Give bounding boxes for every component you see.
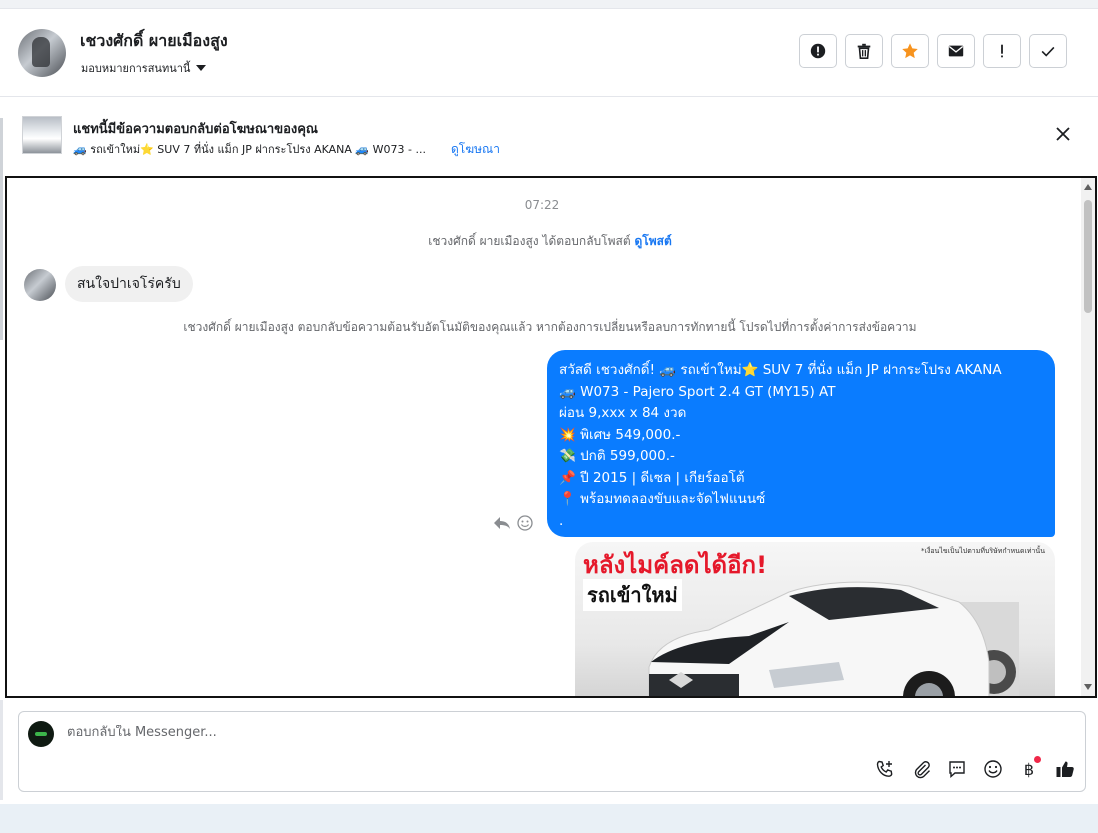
view-post-link[interactable]: ดูโพสต์ bbox=[634, 234, 671, 248]
message-actions bbox=[493, 515, 533, 531]
image-note: *เงื่อนไขเป็นไปตามที่บริษัทกำหนดเท่านั้น bbox=[921, 547, 1045, 555]
ad-banner-subtitle: 🚙 รถเข้าใหม่⭐ SUV 7 ที่นั่ง แม็ก JP ฝากร… bbox=[73, 143, 426, 156]
caret-down-icon bbox=[196, 65, 207, 71]
assign-label: มอบหมายการสนทนานี้ bbox=[81, 62, 191, 75]
reply-input[interactable] bbox=[67, 725, 767, 740]
bottom-strip bbox=[0, 804, 1098, 833]
emoji-icon bbox=[984, 760, 1002, 778]
mark-spam-button[interactable] bbox=[799, 34, 837, 68]
scroll-thumb[interactable] bbox=[1084, 200, 1092, 313]
outgoing-line: . bbox=[559, 512, 564, 529]
exclamation-icon bbox=[1001, 44, 1003, 58]
attachment-icon bbox=[914, 761, 930, 779]
react-emoji-icon[interactable] bbox=[517, 515, 533, 531]
mark-unread-button[interactable] bbox=[937, 34, 975, 68]
outgoing-line: 🚙 W073 - Pajero Sport 2.4 GT (MY15) AT bbox=[559, 383, 836, 400]
action-toolbar bbox=[799, 34, 1067, 68]
notification-dot bbox=[1034, 756, 1041, 763]
envelope-icon bbox=[948, 45, 964, 57]
check-icon bbox=[1041, 46, 1055, 57]
ad-banner-title: แชทนี้มีข้อความตอบกลับต่อโฆษณาของคุณ bbox=[73, 122, 318, 137]
message-thread[interactable]: 07:22 เชวงศักดิ์ ผายเมืองสูง ได้ตอบกลับโ… bbox=[5, 176, 1097, 698]
composer-tools: ฿ bbox=[874, 756, 1076, 780]
message-composer: ฿ bbox=[18, 711, 1086, 792]
sender-avatar[interactable] bbox=[24, 269, 56, 301]
saved-reply-icon bbox=[949, 761, 965, 779]
scroll-down-icon[interactable] bbox=[1084, 684, 1092, 690]
outgoing-line: ผ่อน 9,xxx x 84 งวด bbox=[559, 405, 687, 421]
auto-reply-notice: เชวงศักดิ์ ผายเมืองสูง ตอบกลับข้อความต้อ… bbox=[183, 320, 917, 334]
follow-up-button[interactable] bbox=[983, 34, 1021, 68]
ad-image-attachment[interactable]: หลังไมค์ลดได้อีก! รถเข้าใหม่ *เงื่อนไขเป… bbox=[575, 542, 1055, 696]
outgoing-message[interactable]: สวัสดี เชวงศักดิ์! 🚙 รถเข้าใหม่⭐ SUV 7 ท… bbox=[547, 350, 1055, 537]
contact-name[interactable]: เชวงศักดิ์ ผายเมืองสูง bbox=[80, 29, 228, 54]
outgoing-line: 💥 พิเศษ 549,000.- bbox=[559, 426, 681, 443]
left-edge-lower bbox=[0, 700, 3, 800]
conversation-header: เชวงศักดิ์ ผายเมืองสูง มอบหมายการสนทนานี… bbox=[0, 9, 1098, 97]
saved-reply-button[interactable] bbox=[946, 758, 968, 780]
emoji-button[interactable] bbox=[982, 758, 1004, 780]
assign-dropdown[interactable]: มอบหมายการสนทนานี้ bbox=[81, 59, 207, 77]
call-button[interactable] bbox=[874, 758, 896, 780]
reply-icon[interactable] bbox=[493, 515, 511, 531]
like-button[interactable] bbox=[1054, 758, 1076, 780]
avatar[interactable] bbox=[18, 29, 66, 77]
image-subhead: รถเข้าใหม่ bbox=[583, 579, 682, 611]
attach-button[interactable] bbox=[910, 758, 932, 780]
thumbs-up-icon bbox=[1056, 761, 1074, 777]
scroll-up-icon[interactable] bbox=[1084, 184, 1092, 190]
trash-icon bbox=[857, 43, 871, 60]
star-icon bbox=[902, 43, 918, 59]
outgoing-line: สวัสดี เชวงศักดิ์! 🚙 รถเข้าใหม่⭐ SUV 7 ท… bbox=[559, 362, 1002, 378]
outgoing-line: 📌 ปี 2015 | ดีเซล | เกียร์ออโต้ bbox=[559, 469, 745, 486]
phone-add-icon bbox=[876, 760, 893, 777]
view-ad-link[interactable]: ดูโฆษณา bbox=[451, 140, 500, 159]
delete-button[interactable] bbox=[845, 34, 883, 68]
top-border bbox=[0, 0, 1098, 9]
payment-button[interactable]: ฿ bbox=[1018, 756, 1041, 780]
thread-scrollbar[interactable] bbox=[1081, 178, 1095, 696]
post-reply-text: เชวงศักดิ์ ผายเมืองสูง ได้ตอบกลับโพสต์ bbox=[428, 234, 631, 248]
outgoing-line: 💸 ปกติ 599,000.- bbox=[559, 448, 675, 464]
baht-icon: ฿ bbox=[1023, 759, 1035, 779]
close-icon[interactable] bbox=[1056, 127, 1070, 141]
ad-thumbnail[interactable] bbox=[22, 116, 62, 154]
mark-done-button[interactable] bbox=[1029, 34, 1067, 68]
ad-reply-banner: แชทนี้มีข้อความตอบกลับต่อโฆษณาของคุณ 🚙 ร… bbox=[0, 97, 1098, 175]
spam-icon bbox=[810, 43, 826, 59]
outgoing-line: 📍 พร้อมทดลองขับและจัดไฟแนนซ์ bbox=[559, 491, 766, 507]
incoming-message[interactable]: สนใจปาเจโร่ครับ bbox=[65, 266, 193, 302]
page-avatar bbox=[28, 721, 54, 747]
star-button[interactable] bbox=[891, 34, 929, 68]
message-timestamp: 07:22 bbox=[524, 198, 560, 212]
post-reply-notice: เชวงศักดิ์ ผายเมืองสูง ได้ตอบกลับโพสต์ ด… bbox=[7, 232, 1093, 251]
